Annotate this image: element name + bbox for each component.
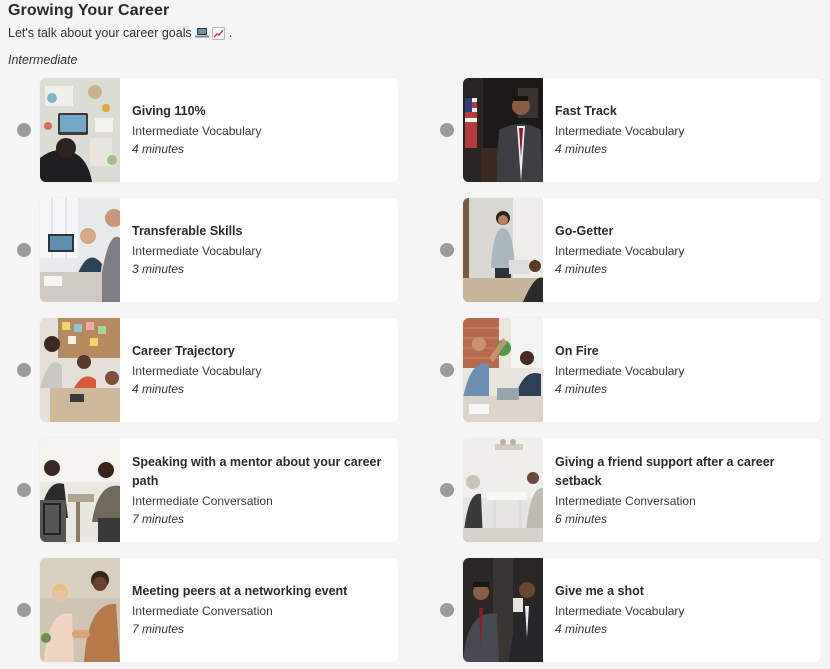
lesson-type: Intermediate Conversation [132, 604, 273, 618]
lesson-type: Intermediate Conversation [555, 493, 696, 508]
lesson-row: Transferable Skills Intermediate Vocabul… [0, 198, 830, 302]
page-subtitle: Let's talk about your career goals . [8, 26, 232, 40]
lesson-type: Intermediate Vocabulary [132, 244, 262, 258]
lesson-title: Give me a shot [555, 584, 644, 598]
page-title: Growing Your Career [8, 2, 170, 19]
lesson-card[interactable]: Giving 110% Intermediate Vocabulary 4 mi… [40, 78, 398, 182]
lesson-duration: 3 minutes [132, 262, 185, 276]
lesson-text: Career Trajectory Intermediate Vocabular… [132, 318, 382, 422]
lesson-page: Growing Your Career Let's talk about you… [0, 0, 830, 669]
progress-dot [17, 363, 31, 377]
lesson-card[interactable]: Go-Getter Intermediate Vocabulary 4 minu… [463, 198, 821, 302]
lesson-duration: 4 minutes [132, 382, 185, 396]
laptop-emoji-icon [194, 27, 209, 39]
lesson-title: Speaking with a mentor about your career… [132, 454, 382, 488]
lesson-title: Go-Getter [555, 224, 614, 238]
lesson-title: Giving a friend support after a career s… [555, 454, 775, 488]
progress-dot [17, 603, 31, 617]
lesson-type: Intermediate Vocabulary [132, 124, 262, 138]
progress-dot [440, 483, 454, 497]
lesson-text: Give me a shot Intermediate Vocabulary 4… [555, 558, 805, 662]
lesson-row: Meeting peers at a networking event Inte… [0, 558, 830, 662]
lesson-text: Giving a friend support after a career s… [555, 438, 805, 542]
lesson-title: Career Trajectory [132, 344, 235, 358]
lesson-card[interactable]: On Fire Intermediate Vocabulary 4 minute… [463, 318, 821, 422]
businessmen-talking-photo [463, 558, 543, 662]
lesson-text: Giving 110% Intermediate Vocabulary 4 mi… [132, 78, 382, 182]
networking-handshake-photo [40, 558, 120, 662]
lesson-card[interactable]: Speaking with a mentor about your career… [40, 438, 398, 542]
mentor-conversation-photo [40, 438, 120, 542]
lesson-title: Fast Track [555, 104, 617, 118]
lesson-title: Meeting peers at a networking event [132, 584, 348, 598]
lesson-card[interactable]: Giving a friend support after a career s… [463, 438, 821, 542]
lesson-type: Intermediate Vocabulary [555, 124, 685, 138]
lesson-duration: 4 minutes [555, 622, 608, 636]
level-label: Intermediate [8, 53, 78, 67]
lesson-row: Giving 110% Intermediate Vocabulary 4 mi… [0, 78, 830, 182]
businessman-flag-photo [463, 78, 543, 182]
lesson-card[interactable]: Transferable Skills Intermediate Vocabul… [40, 198, 398, 302]
lesson-title: Transferable Skills [132, 224, 243, 238]
subtitle-end: . [228, 26, 233, 40]
friends-talking-photo [463, 438, 543, 542]
lesson-row: Speaking with a mentor about your career… [0, 438, 830, 542]
lesson-type: Intermediate Vocabulary [555, 364, 685, 378]
lesson-type: Intermediate Vocabulary [555, 244, 685, 258]
progress-dot [440, 243, 454, 257]
lesson-row: Career Trajectory Intermediate Vocabular… [0, 318, 830, 422]
high-five-office-photo [463, 318, 543, 422]
lesson-title: Giving 110% [132, 104, 206, 118]
lesson-duration: 6 minutes [555, 511, 608, 526]
lesson-card[interactable]: Fast Track Intermediate Vocabulary 4 min… [463, 78, 821, 182]
lesson-duration: 7 minutes [132, 511, 185, 526]
lesson-type: Intermediate Vocabulary [555, 604, 685, 618]
subtitle-text: Let's talk about your career goals [8, 26, 192, 40]
lesson-text: Transferable Skills Intermediate Vocabul… [132, 198, 382, 302]
lesson-title: On Fire [555, 344, 599, 358]
lesson-card[interactable]: Give me a shot Intermediate Vocabulary 4… [463, 558, 821, 662]
lesson-duration: 4 minutes [555, 142, 608, 156]
progress-dot [440, 603, 454, 617]
progress-dot [440, 123, 454, 137]
office-meeting-photo [40, 198, 120, 302]
lesson-text: Speaking with a mentor about your career… [132, 438, 382, 542]
desk-overhead-photo [40, 78, 120, 182]
lesson-card[interactable]: Career Trajectory Intermediate Vocabular… [40, 318, 398, 422]
lesson-type: Intermediate Vocabulary [132, 364, 262, 378]
team-table-photo [40, 318, 120, 422]
lesson-text: Meeting peers at a networking event Inte… [132, 558, 382, 662]
lesson-text: Fast Track Intermediate Vocabulary 4 min… [555, 78, 805, 182]
progress-dot [440, 363, 454, 377]
lesson-duration: 4 minutes [555, 382, 608, 396]
progress-dot [17, 243, 31, 257]
lesson-text: On Fire Intermediate Vocabulary 4 minute… [555, 318, 805, 422]
lesson-duration: 7 minutes [132, 622, 185, 636]
progress-dot [17, 123, 31, 137]
lesson-duration: 4 minutes [555, 262, 608, 276]
chart-increasing-icon [211, 27, 226, 40]
lesson-card[interactable]: Meeting peers at a networking event Inte… [40, 558, 398, 662]
progress-dot [17, 483, 31, 497]
lesson-text: Go-Getter Intermediate Vocabulary 4 minu… [555, 198, 805, 302]
lesson-duration: 4 minutes [132, 142, 185, 156]
lesson-type: Intermediate Conversation [132, 493, 273, 508]
presenter-whiteboard-photo [463, 198, 543, 302]
